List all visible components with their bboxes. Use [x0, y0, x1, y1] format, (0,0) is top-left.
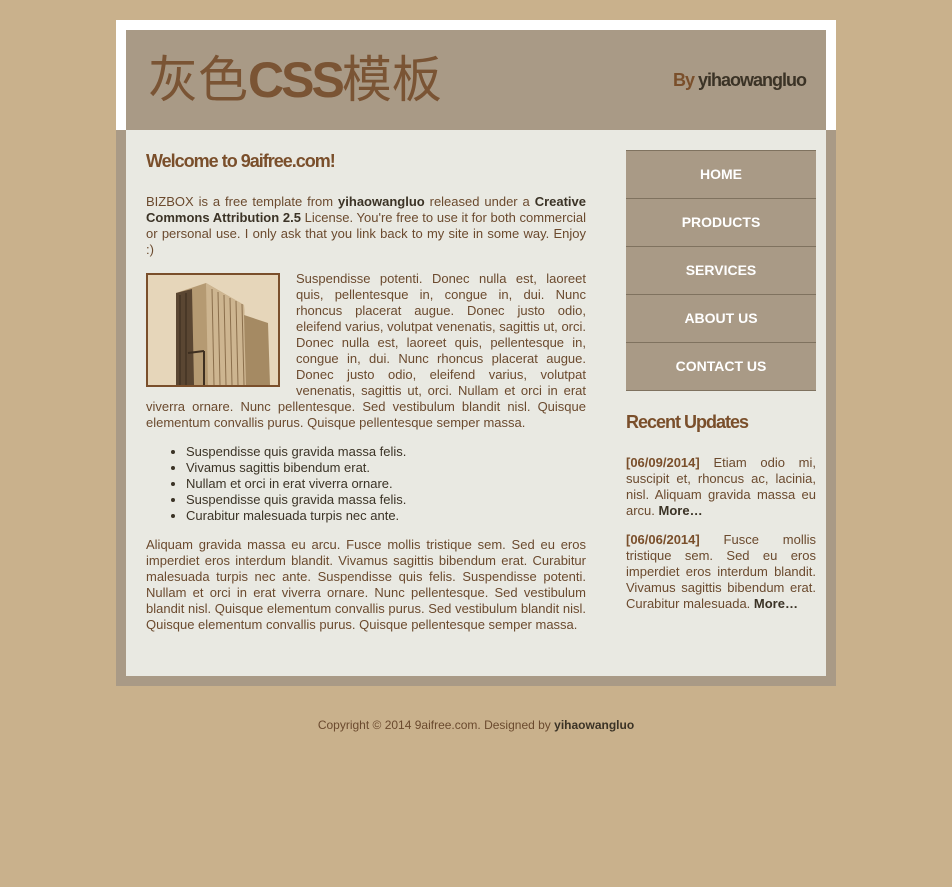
brand-name: BIZBOX: [146, 194, 194, 209]
page-frame: 灰色CSS模板 By yihaowangluo Welcome to 9aifr…: [116, 20, 836, 686]
sidebar: HOME PRODUCTS SERVICES ABOUT US CONTACT …: [626, 150, 816, 625]
list-item: Vivamus sagittis bibendum erat.: [186, 460, 586, 476]
recent-updates-heading: Recent Updates: [626, 412, 749, 432]
main-nav: HOME PRODUCTS SERVICES ABOUT US CONTACT …: [626, 150, 816, 391]
nav-item-contact-us[interactable]: CONTACT US: [626, 342, 816, 390]
content-area: Welcome to 9aifree.com! BIZBOX is a free…: [126, 130, 826, 676]
update-date: [06/09/2014]: [626, 455, 700, 470]
building-image: [146, 273, 280, 387]
byline-by: By: [672, 70, 695, 90]
intro-text-1: is a free template from: [193, 194, 339, 209]
intro-text-2: released under a: [424, 194, 535, 209]
nav-item-about-us[interactable]: ABOUT US: [626, 294, 816, 342]
site-title[interactable]: 灰色CSS模板: [148, 52, 442, 108]
footer-author-link[interactable]: yihaowangluo: [554, 718, 634, 732]
byline: By yihaowangluo: [672, 70, 807, 91]
title-cjk-1: 灰色: [148, 52, 248, 108]
update-item: [06/09/2014] Etiam odio mi, suscipit et,…: [626, 455, 816, 519]
update-item: [06/06/2014] Fusce mollis tristique sem.…: [626, 532, 816, 612]
welcome-heading: Welcome to 9aifree.com!: [146, 151, 336, 171]
byline-author[interactable]: yihaowangluo: [698, 70, 807, 90]
feature-list: Suspendisse quis gravida massa felis. Vi…: [146, 444, 586, 524]
body-paragraph-3: Aliquam gravida massa eu arcu. Fusce mol…: [146, 537, 586, 632]
intro-paragraph: BIZBOX is a free template from yihaowang…: [146, 194, 586, 258]
update-date: [06/06/2014]: [626, 532, 700, 547]
nav-item-home[interactable]: HOME: [626, 150, 816, 198]
list-item: Suspendisse quis gravida massa felis.: [186, 492, 586, 508]
main-column: Welcome to 9aifree.com! BIZBOX is a free…: [146, 150, 586, 646]
list-item: Nullam et orci in erat viverra ornare.: [186, 476, 586, 492]
title-cjk-2: 模板: [341, 52, 442, 108]
author-link[interactable]: yihaowangluo: [338, 194, 425, 209]
footer: Copyright © 2014 9aifree.com. Designed b…: [0, 718, 952, 732]
building-image-graphic: [148, 275, 278, 385]
nav-item-products[interactable]: PRODUCTS: [626, 198, 816, 246]
nav-item-services[interactable]: SERVICES: [626, 246, 816, 294]
title-css: CSS: [248, 52, 345, 108]
list-item: Curabitur malesuada turpis nec ante.: [186, 508, 586, 524]
more-link[interactable]: More…: [659, 503, 703, 518]
more-link[interactable]: More…: [754, 596, 798, 611]
footer-copyright: Copyright © 2014 9aifree.com. Designed b…: [317, 718, 555, 732]
list-item: Suspendisse quis gravida massa felis.: [186, 444, 586, 460]
site-header: 灰色CSS模板 By yihaowangluo: [126, 30, 826, 130]
